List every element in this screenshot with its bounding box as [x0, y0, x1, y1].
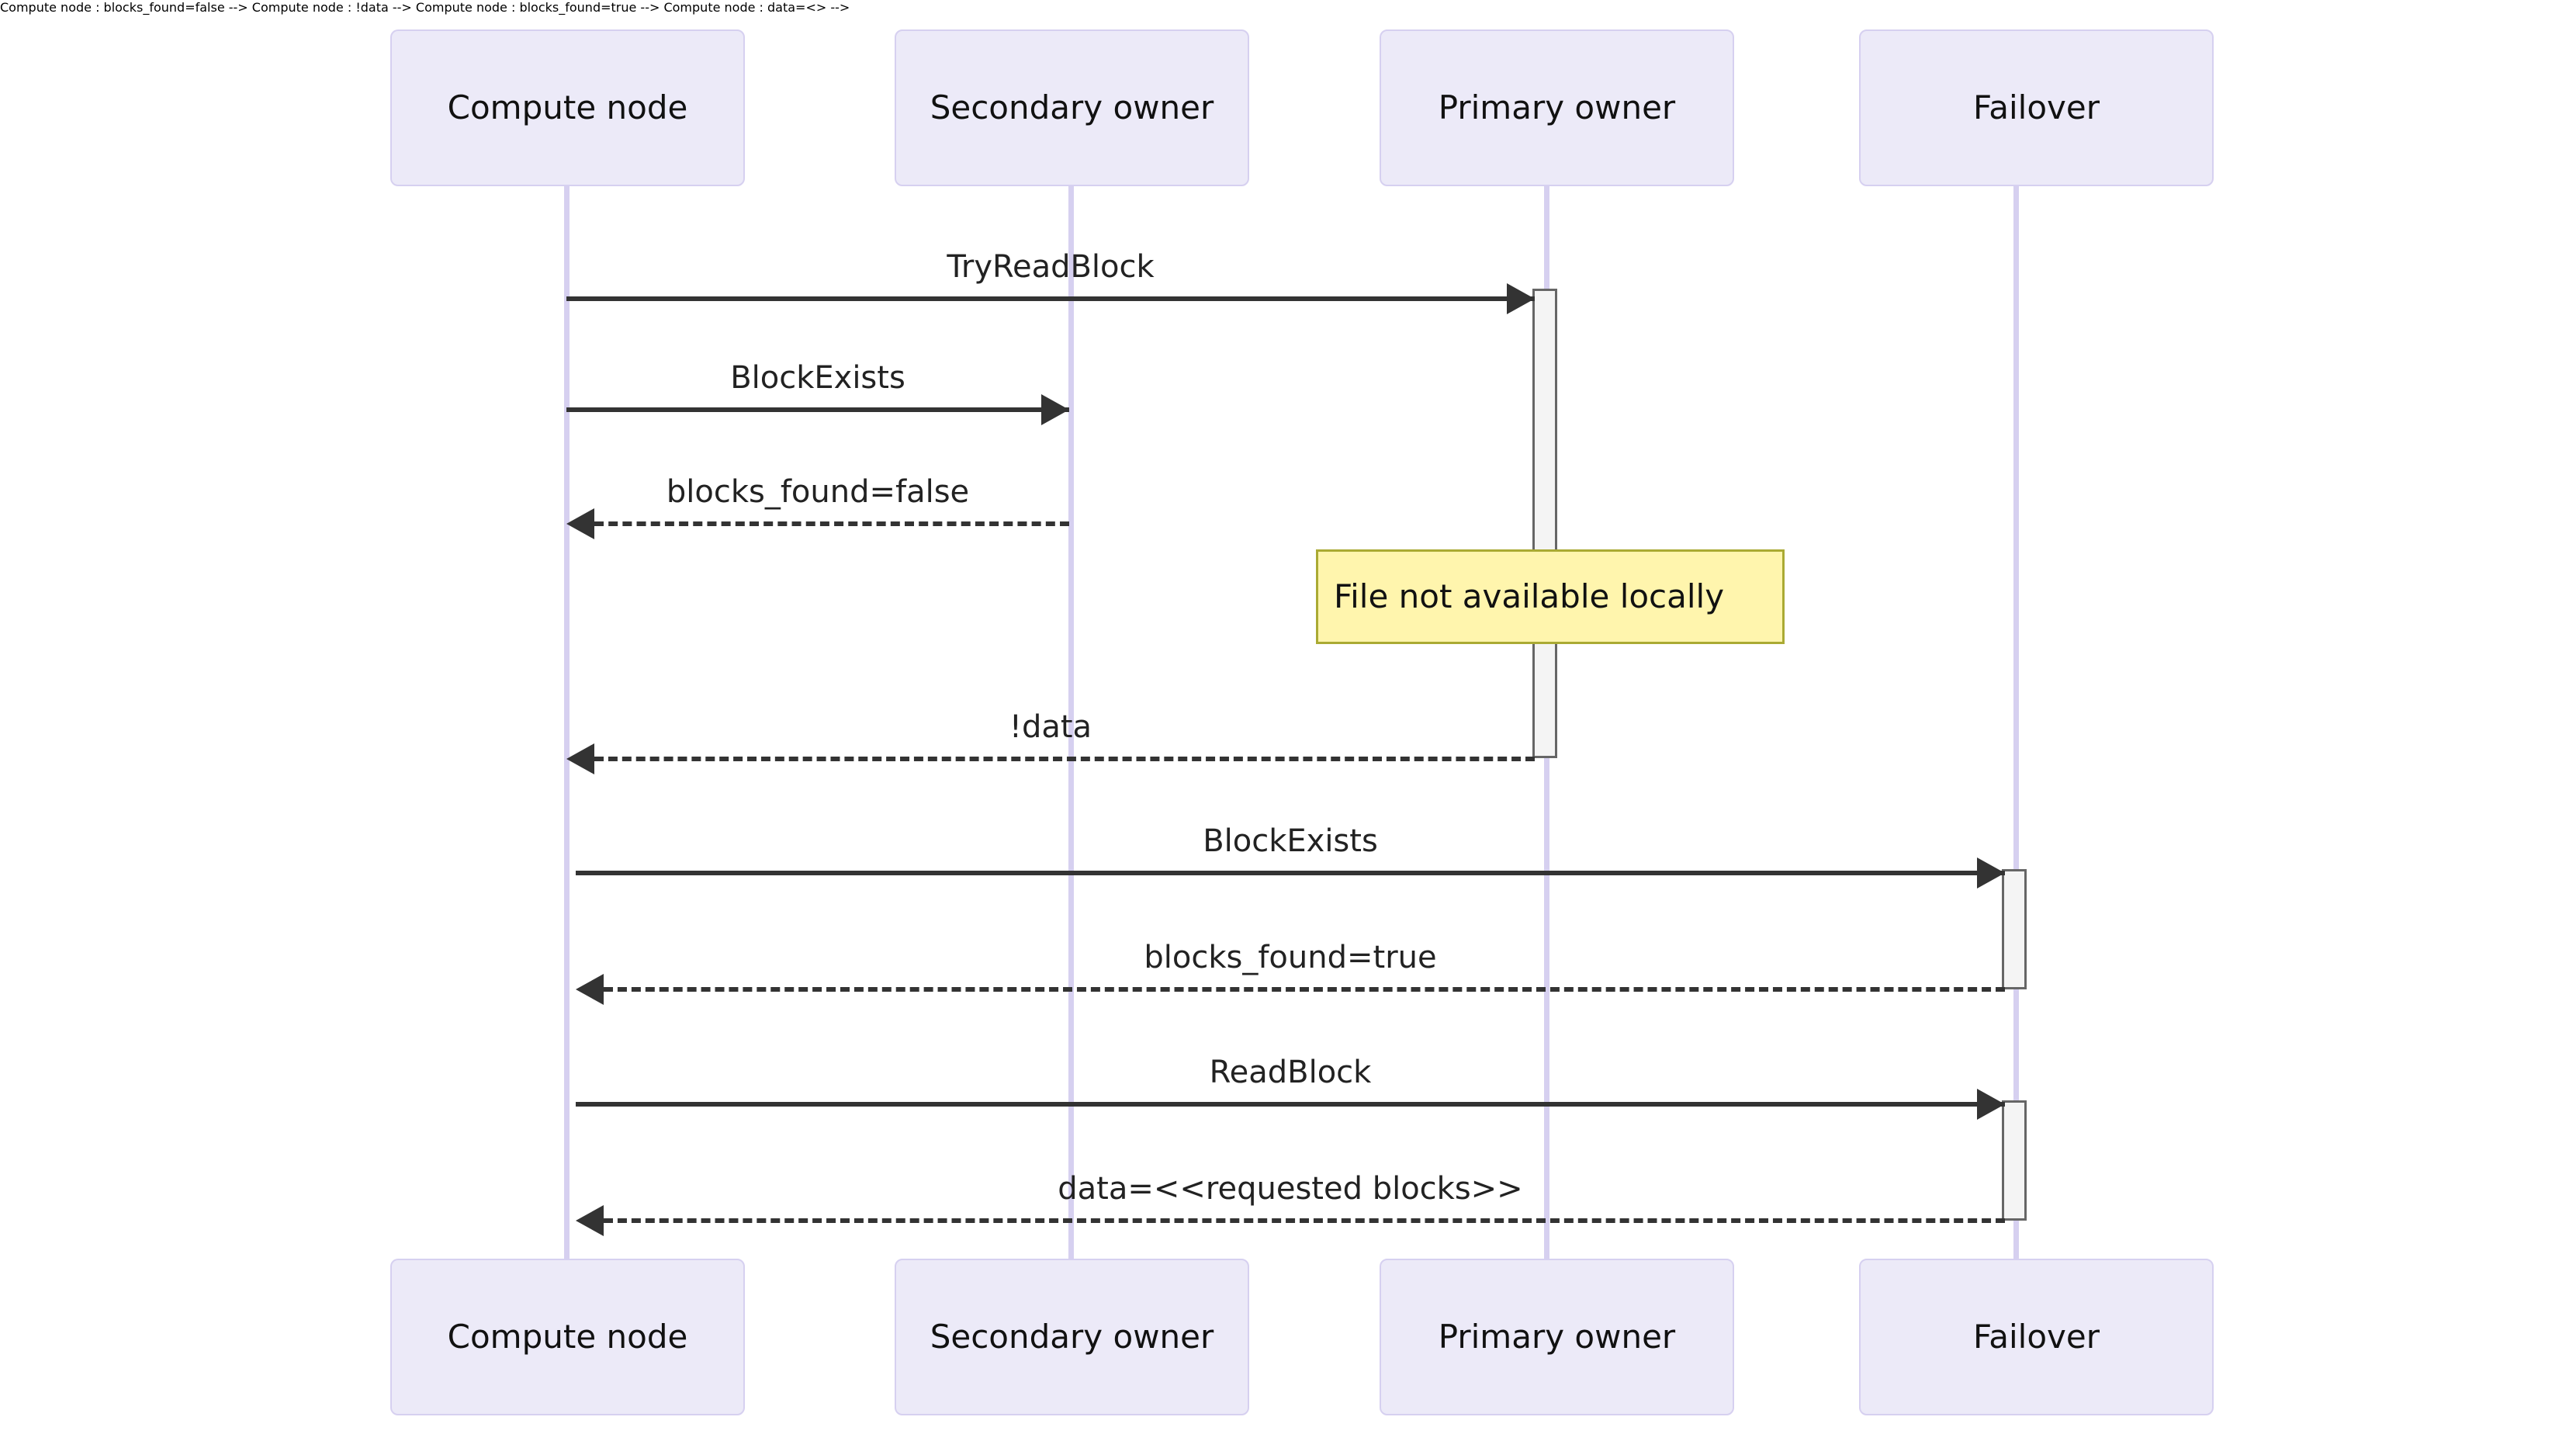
message-line: [604, 1218, 2005, 1223]
message-line: [594, 521, 1069, 526]
message-label: !data: [1009, 709, 1092, 745]
message-line: [594, 757, 1535, 761]
activation-failover-2: [2002, 1100, 2027, 1221]
arrowhead-right-icon: [1507, 283, 1535, 314]
participant-label-primary-top: Primary owner: [1438, 88, 1676, 126]
participant-failover-bottom[interactable]: Failover: [1859, 1259, 2214, 1415]
participant-label-failover-bottom: Failover: [1972, 1318, 2100, 1356]
arrowhead-right-icon: [1977, 1089, 2005, 1120]
participant-label-secondary-top: Secondary owner: [930, 88, 1214, 126]
arrowhead-left-icon: [566, 743, 594, 774]
message-label: BlockExists: [730, 360, 905, 396]
participant-compute-top[interactable]: Compute node: [390, 29, 745, 186]
participant-label-compute-bottom: Compute node: [447, 1318, 688, 1356]
message-label: BlockExists: [1203, 823, 1378, 859]
message-label: blocks_found=true: [1144, 940, 1437, 975]
participant-primary-top[interactable]: Primary owner: [1380, 29, 1734, 186]
message-line: [566, 296, 1535, 301]
message-line: [576, 1102, 2005, 1107]
participant-label-secondary-bottom: Secondary owner: [930, 1318, 1214, 1356]
activation-failover-1: [2002, 869, 2027, 989]
participant-label-failover-top: Failover: [1972, 88, 2100, 126]
activation-primary-1: [1532, 289, 1557, 758]
participant-secondary-top[interactable]: Secondary owner: [895, 29, 1249, 186]
participant-failover-top[interactable]: Failover: [1859, 29, 2214, 186]
message-label: blocks_found=false: [666, 474, 970, 510]
arrowhead-left-icon: [566, 508, 594, 539]
arrowhead-left-icon: [576, 974, 604, 1005]
message-label: data=<<requested blocks>>: [1058, 1171, 1523, 1207]
arrowhead-left-icon: [576, 1205, 604, 1236]
participant-secondary-bottom[interactable]: Secondary owner: [895, 1259, 1249, 1415]
participant-label-compute-top: Compute node: [447, 88, 688, 126]
participant-primary-bottom[interactable]: Primary owner: [1380, 1259, 1734, 1415]
message-label: ReadBlock: [1209, 1055, 1372, 1090]
message-line: [566, 407, 1069, 412]
participant-compute-bottom[interactable]: Compute node: [390, 1259, 745, 1415]
message-line: [604, 987, 2005, 992]
note-file-not-available[interactable]: File not available locally: [1316, 549, 1785, 644]
note-label: File not available locally: [1334, 577, 1725, 615]
message-label: TryReadBlock: [947, 249, 1155, 285]
sequence-diagram-canvas: Compute node Secondary owner Primary own…: [0, 0, 2576, 1448]
arrowhead-right-icon: [1977, 857, 2005, 889]
message-line: [576, 871, 2005, 875]
participant-label-primary-bottom: Primary owner: [1438, 1318, 1676, 1356]
arrowhead-right-icon: [1041, 394, 1069, 425]
